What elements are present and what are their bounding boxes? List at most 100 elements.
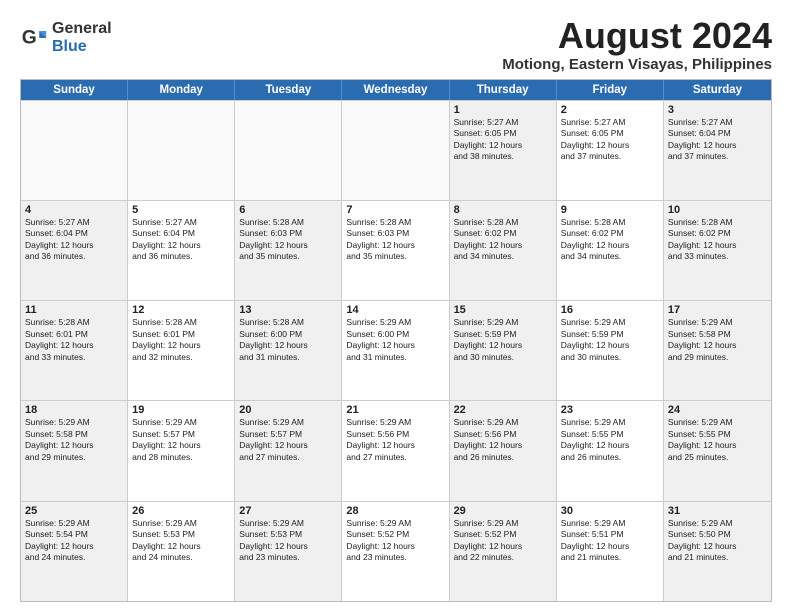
- day-cell-15: 15Sunrise: 5:29 AM Sunset: 5:59 PM Dayli…: [450, 301, 557, 400]
- day-cell-24: 24Sunrise: 5:29 AM Sunset: 5:55 PM Dayli…: [664, 401, 771, 500]
- day-number: 21: [346, 404, 444, 416]
- calendar-row-2: 11Sunrise: 5:28 AM Sunset: 6:01 PM Dayli…: [21, 300, 771, 400]
- day-info: Sunrise: 5:29 AM Sunset: 5:55 PM Dayligh…: [668, 417, 767, 463]
- day-info: Sunrise: 5:29 AM Sunset: 5:50 PM Dayligh…: [668, 518, 767, 564]
- day-info: Sunrise: 5:27 AM Sunset: 6:05 PM Dayligh…: [454, 117, 552, 163]
- empty-cell: [342, 101, 449, 200]
- day-info: Sunrise: 5:28 AM Sunset: 6:02 PM Dayligh…: [668, 217, 767, 263]
- day-number: 4: [25, 204, 123, 216]
- day-number: 20: [239, 404, 337, 416]
- logo-general: General: [52, 20, 112, 38]
- day-cell-14: 14Sunrise: 5:29 AM Sunset: 6:00 PM Dayli…: [342, 301, 449, 400]
- day-number: 12: [132, 304, 230, 316]
- day-info: Sunrise: 5:28 AM Sunset: 6:01 PM Dayligh…: [25, 317, 123, 363]
- day-number: 14: [346, 304, 444, 316]
- day-cell-21: 21Sunrise: 5:29 AM Sunset: 5:56 PM Dayli…: [342, 401, 449, 500]
- calendar-body: 1Sunrise: 5:27 AM Sunset: 6:05 PM Daylig…: [21, 100, 771, 601]
- day-number: 11: [25, 304, 123, 316]
- main-title: August 2024: [502, 16, 772, 56]
- logo-icon: G: [20, 24, 48, 52]
- day-info: Sunrise: 5:28 AM Sunset: 6:02 PM Dayligh…: [454, 217, 552, 263]
- day-cell-20: 20Sunrise: 5:29 AM Sunset: 5:57 PM Dayli…: [235, 401, 342, 500]
- day-number: 6: [239, 204, 337, 216]
- empty-cell: [21, 101, 128, 200]
- day-info: Sunrise: 5:29 AM Sunset: 5:56 PM Dayligh…: [346, 417, 444, 463]
- calendar-header: SundayMondayTuesdayWednesdayThursdayFrid…: [21, 80, 771, 100]
- day-info: Sunrise: 5:28 AM Sunset: 6:01 PM Dayligh…: [132, 317, 230, 363]
- day-number: 3: [668, 104, 767, 116]
- day-number: 10: [668, 204, 767, 216]
- day-number: 29: [454, 505, 552, 517]
- day-cell-11: 11Sunrise: 5:28 AM Sunset: 6:01 PM Dayli…: [21, 301, 128, 400]
- calendar-row-0: 1Sunrise: 5:27 AM Sunset: 6:05 PM Daylig…: [21, 100, 771, 200]
- day-cell-22: 22Sunrise: 5:29 AM Sunset: 5:56 PM Dayli…: [450, 401, 557, 500]
- day-info: Sunrise: 5:28 AM Sunset: 6:03 PM Dayligh…: [346, 217, 444, 263]
- title-block: August 2024 Motiong, Eastern Visayas, Ph…: [502, 16, 772, 73]
- day-info: Sunrise: 5:29 AM Sunset: 5:54 PM Dayligh…: [25, 518, 123, 564]
- svg-text:G: G: [22, 27, 37, 48]
- day-number: 18: [25, 404, 123, 416]
- day-number: 1: [454, 104, 552, 116]
- day-info: Sunrise: 5:29 AM Sunset: 5:57 PM Dayligh…: [239, 417, 337, 463]
- day-cell-27: 27Sunrise: 5:29 AM Sunset: 5:53 PM Dayli…: [235, 502, 342, 601]
- day-cell-23: 23Sunrise: 5:29 AM Sunset: 5:55 PM Dayli…: [557, 401, 664, 500]
- day-info: Sunrise: 5:29 AM Sunset: 5:55 PM Dayligh…: [561, 417, 659, 463]
- day-info: Sunrise: 5:27 AM Sunset: 6:05 PM Dayligh…: [561, 117, 659, 163]
- day-info: Sunrise: 5:29 AM Sunset: 5:57 PM Dayligh…: [132, 417, 230, 463]
- day-cell-26: 26Sunrise: 5:29 AM Sunset: 5:53 PM Dayli…: [128, 502, 235, 601]
- day-info: Sunrise: 5:29 AM Sunset: 5:51 PM Dayligh…: [561, 518, 659, 564]
- day-cell-13: 13Sunrise: 5:28 AM Sunset: 6:00 PM Dayli…: [235, 301, 342, 400]
- day-info: Sunrise: 5:29 AM Sunset: 5:56 PM Dayligh…: [454, 417, 552, 463]
- header-day-thursday: Thursday: [450, 80, 557, 100]
- day-cell-31: 31Sunrise: 5:29 AM Sunset: 5:50 PM Dayli…: [664, 502, 771, 601]
- subtitle: Motiong, Eastern Visayas, Philippines: [502, 56, 772, 73]
- day-number: 16: [561, 304, 659, 316]
- day-info: Sunrise: 5:27 AM Sunset: 6:04 PM Dayligh…: [132, 217, 230, 263]
- day-info: Sunrise: 5:28 AM Sunset: 6:03 PM Dayligh…: [239, 217, 337, 263]
- day-cell-29: 29Sunrise: 5:29 AM Sunset: 5:52 PM Dayli…: [450, 502, 557, 601]
- day-cell-1: 1Sunrise: 5:27 AM Sunset: 6:05 PM Daylig…: [450, 101, 557, 200]
- day-cell-18: 18Sunrise: 5:29 AM Sunset: 5:58 PM Dayli…: [21, 401, 128, 500]
- day-number: 19: [132, 404, 230, 416]
- day-number: 13: [239, 304, 337, 316]
- day-number: 25: [25, 505, 123, 517]
- day-number: 22: [454, 404, 552, 416]
- day-number: 2: [561, 104, 659, 116]
- day-info: Sunrise: 5:27 AM Sunset: 6:04 PM Dayligh…: [25, 217, 123, 263]
- day-number: 28: [346, 505, 444, 517]
- day-number: 15: [454, 304, 552, 316]
- day-cell-2: 2Sunrise: 5:27 AM Sunset: 6:05 PM Daylig…: [557, 101, 664, 200]
- day-cell-8: 8Sunrise: 5:28 AM Sunset: 6:02 PM Daylig…: [450, 201, 557, 300]
- day-cell-3: 3Sunrise: 5:27 AM Sunset: 6:04 PM Daylig…: [664, 101, 771, 200]
- day-number: 7: [346, 204, 444, 216]
- empty-cell: [128, 101, 235, 200]
- day-number: 23: [561, 404, 659, 416]
- day-cell-7: 7Sunrise: 5:28 AM Sunset: 6:03 PM Daylig…: [342, 201, 449, 300]
- day-cell-9: 9Sunrise: 5:28 AM Sunset: 6:02 PM Daylig…: [557, 201, 664, 300]
- day-cell-17: 17Sunrise: 5:29 AM Sunset: 5:58 PM Dayli…: [664, 301, 771, 400]
- header-day-tuesday: Tuesday: [235, 80, 342, 100]
- day-info: Sunrise: 5:29 AM Sunset: 5:58 PM Dayligh…: [25, 417, 123, 463]
- day-info: Sunrise: 5:29 AM Sunset: 5:59 PM Dayligh…: [561, 317, 659, 363]
- calendar-row-1: 4Sunrise: 5:27 AM Sunset: 6:04 PM Daylig…: [21, 200, 771, 300]
- logo: G General Blue: [20, 20, 112, 55]
- day-info: Sunrise: 5:28 AM Sunset: 6:02 PM Dayligh…: [561, 217, 659, 263]
- day-number: 5: [132, 204, 230, 216]
- day-info: Sunrise: 5:28 AM Sunset: 6:00 PM Dayligh…: [239, 317, 337, 363]
- day-info: Sunrise: 5:29 AM Sunset: 5:52 PM Dayligh…: [454, 518, 552, 564]
- calendar-row-4: 25Sunrise: 5:29 AM Sunset: 5:54 PM Dayli…: [21, 501, 771, 601]
- header-day-monday: Monday: [128, 80, 235, 100]
- day-cell-25: 25Sunrise: 5:29 AM Sunset: 5:54 PM Dayli…: [21, 502, 128, 601]
- day-number: 30: [561, 505, 659, 517]
- day-number: 17: [668, 304, 767, 316]
- header-day-saturday: Saturday: [664, 80, 771, 100]
- day-info: Sunrise: 5:29 AM Sunset: 5:58 PM Dayligh…: [668, 317, 767, 363]
- header-day-sunday: Sunday: [21, 80, 128, 100]
- header-day-friday: Friday: [557, 80, 664, 100]
- day-info: Sunrise: 5:29 AM Sunset: 5:52 PM Dayligh…: [346, 518, 444, 564]
- day-info: Sunrise: 5:29 AM Sunset: 5:59 PM Dayligh…: [454, 317, 552, 363]
- day-info: Sunrise: 5:29 AM Sunset: 5:53 PM Dayligh…: [239, 518, 337, 564]
- calendar: SundayMondayTuesdayWednesdayThursdayFrid…: [20, 79, 772, 602]
- day-cell-12: 12Sunrise: 5:28 AM Sunset: 6:01 PM Dayli…: [128, 301, 235, 400]
- day-number: 24: [668, 404, 767, 416]
